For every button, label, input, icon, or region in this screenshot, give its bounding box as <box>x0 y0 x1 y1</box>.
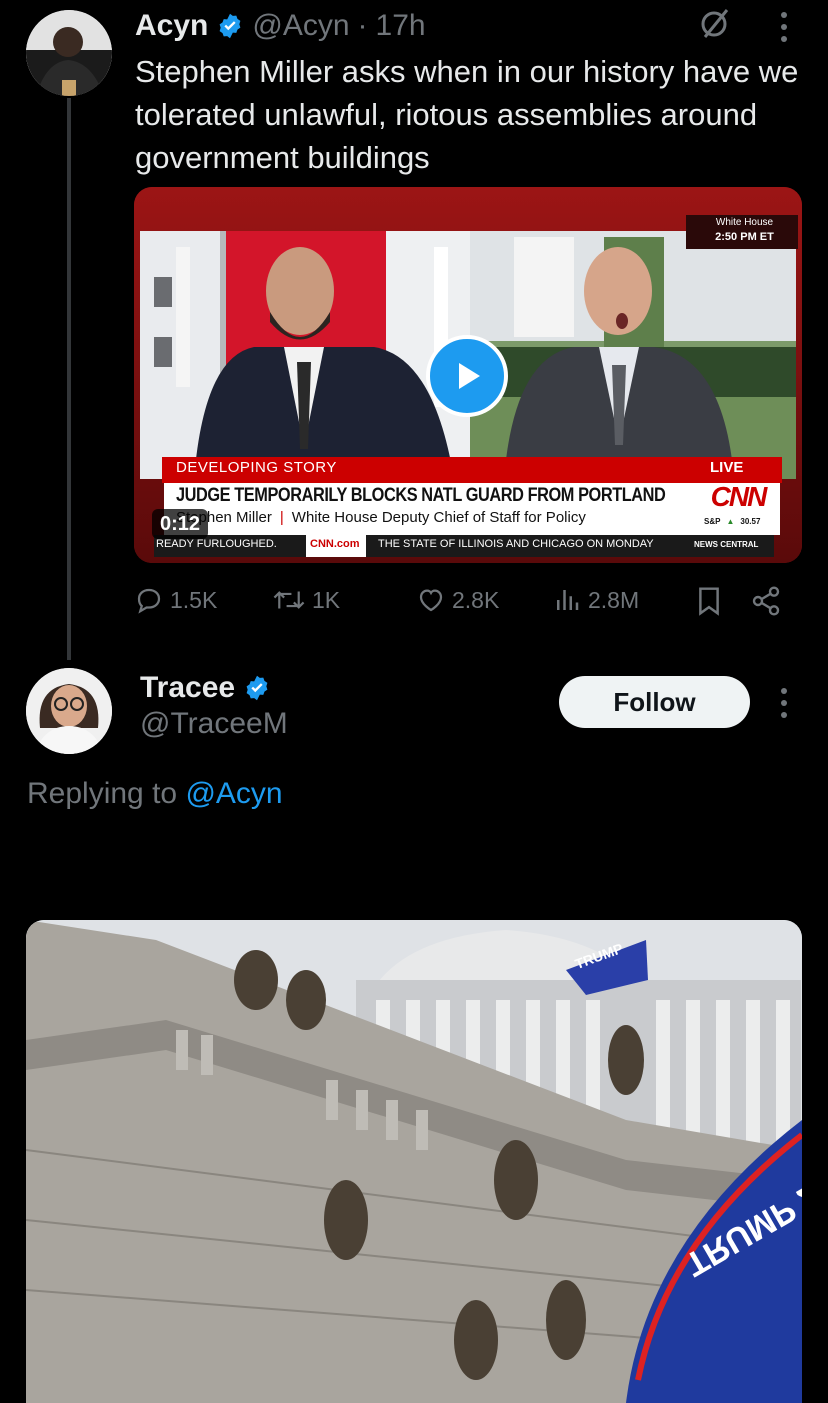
follow-button[interactable]: Follow <box>559 676 750 728</box>
more-vert-icon[interactable] <box>772 10 796 44</box>
reply-author-handle[interactable]: @TraceeM <box>140 707 288 741</box>
market-change: 30.57 <box>740 517 761 526</box>
lower-divider: | <box>279 509 284 526</box>
like-count: 2.8K <box>452 586 500 613</box>
play-button[interactable] <box>426 335 508 417</box>
views-icon <box>557 590 579 610</box>
corner-time: 2:50 PM ET <box>715 231 774 243</box>
market-up-arrow: ▲ <box>726 517 735 526</box>
thread-line <box>67 98 71 660</box>
reply-photo[interactable]: TRUMP 2020 AMERICA TRUMP <box>26 920 802 1403</box>
like-button[interactable]: 2.8K <box>416 585 499 615</box>
replying-mention[interactable]: @Acyn <box>185 777 282 810</box>
tracee-avatar[interactable] <box>26 668 112 754</box>
lower-third: Stephen Miller | White House Deputy Chie… <box>176 509 586 526</box>
ticker-brand: CNN.com <box>310 538 360 550</box>
bookmark-icon <box>699 587 719 616</box>
video-duration: 0:12 <box>152 509 209 539</box>
grok-slash-icon[interactable] <box>697 6 733 42</box>
reply-author-name[interactable]: Tracee <box>140 671 235 705</box>
acyn-avatar[interactable] <box>26 10 112 96</box>
capitol-photo <box>26 920 802 1403</box>
tweet-text: Stephen Miller asks when in our history … <box>135 54 799 175</box>
banner-tag: DEVELOPING STORY <box>176 459 337 476</box>
corner-location: White House <box>715 217 774 228</box>
reply-button[interactable]: 1.5K <box>134 585 217 615</box>
author-name[interactable]: Acyn <box>135 9 208 43</box>
reply-verified-badge-icon <box>246 675 268 701</box>
market-ticker: S&P ▲ 30.57 <box>704 517 760 526</box>
share-icon <box>752 586 780 616</box>
verified-badge-icon <box>219 13 241 39</box>
ticker-right: NEWS CENTRAL <box>694 540 759 549</box>
action-bar: 1.5K 1K 2.8K 2.8M <box>134 585 794 625</box>
tweet-time[interactable]: 17h <box>376 9 426 43</box>
play-icon <box>459 363 480 389</box>
lower-title: White House Deputy Chief of Staff for Po… <box>291 509 586 526</box>
live-label: LIVE <box>710 459 744 476</box>
cnn-logo: CNN <box>710 481 768 512</box>
share-button[interactable] <box>750 585 782 617</box>
reply-more-vert-icon[interactable] <box>772 686 796 720</box>
tracee-avatar-image <box>26 668 112 754</box>
reply-count: 1.5K <box>170 586 218 613</box>
bookmark-button[interactable] <box>694 585 724 617</box>
repost-count: 1K <box>312 586 341 613</box>
repost-button[interactable]: 1K <box>272 585 340 615</box>
repost-icon <box>273 591 305 609</box>
views-button[interactable]: 2.8M <box>552 585 639 615</box>
author-handle[interactable]: @Acyn <box>252 9 349 43</box>
tweet-header: Acyn @Acyn · 17h <box>135 6 426 46</box>
ticker-text: THE STATE OF ILLINOIS AND CHICAGO ON MON… <box>378 538 654 550</box>
header-separator: · <box>357 9 368 42</box>
reply-icon <box>137 588 161 614</box>
reply-header: Tracee <box>140 668 271 708</box>
replying-prefix: Replying to <box>27 777 178 810</box>
ticker-left: READY FURLOUGHED. <box>156 538 277 550</box>
replying-to: Replying to @Acyn <box>27 777 283 811</box>
video-player[interactable]: White House 2:50 PM ET DEVELOPING STORY … <box>134 187 802 563</box>
acyn-avatar-image <box>26 10 112 96</box>
headline: JUDGE TEMPORARILY BLOCKS NATL GUARD FROM… <box>176 485 666 506</box>
views-count: 2.8M <box>588 586 640 613</box>
like-icon <box>419 589 443 612</box>
market-label: S&P <box>704 517 721 526</box>
